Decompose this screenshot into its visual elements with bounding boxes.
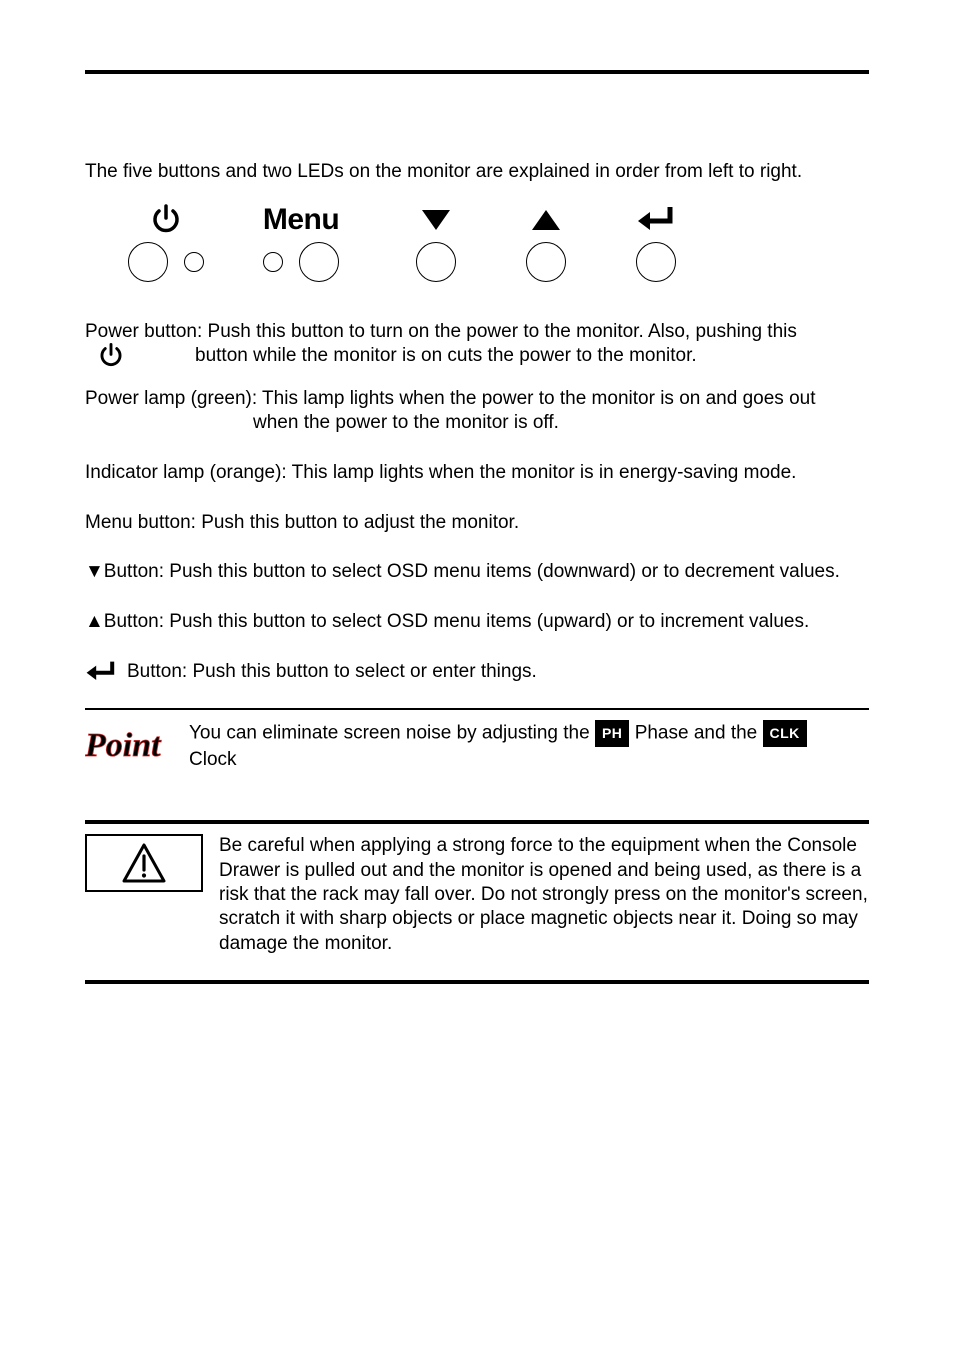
section-divider-bottom: [85, 980, 869, 984]
power-icon: [97, 342, 125, 370]
menu-label: Menu: [263, 201, 339, 239]
text: You can eliminate screen noise by adjust…: [189, 722, 590, 743]
menu-button-desc: Menu button: Push this button to adjust …: [85, 511, 869, 535]
monitor-button-diagram: Menu: [111, 200, 869, 284]
point-icon: Point: [85, 720, 171, 768]
warning-icon: [121, 842, 167, 884]
point-callout: Point You can eliminate screen noise by …: [85, 720, 869, 773]
power-lamp-desc: Power lamp (green): This lamp lights whe…: [85, 387, 869, 435]
enter-button-desc: Button: Push this button to select or en…: [85, 660, 869, 684]
divider: [85, 708, 869, 710]
caution-icon-box: [85, 834, 203, 892]
indicator-lamp-desc: Indicator lamp (orange): This lamp light…: [85, 461, 869, 485]
caution-text: Be careful when applying a strong force …: [219, 834, 869, 956]
power-button-desc: Power button: Push this button to turn o…: [85, 320, 869, 368]
clk-badge: CLK: [763, 720, 807, 747]
text-line: when the power to the monitor is off.: [85, 411, 869, 435]
text-line: button while the monitor is on cuts the …: [85, 344, 869, 368]
caution-section: Be careful when applying a strong force …: [85, 834, 869, 956]
text-line: Power lamp (green): This lamp lights whe…: [85, 387, 869, 411]
button-circle: [128, 242, 168, 282]
text-line: Power button: Push this button to turn o…: [85, 320, 869, 344]
up-button-desc: ▲Button: Push this button to select OSD …: [85, 610, 869, 634]
svg-text:Point: Point: [85, 727, 162, 764]
section-divider-top: [85, 70, 869, 74]
button-circle: [636, 242, 676, 282]
triangle-up-icon: [529, 207, 563, 233]
intro-text: The five buttons and two LEDs on the mon…: [85, 160, 869, 184]
text: Clock: [189, 749, 237, 770]
power-icon: [149, 203, 183, 237]
led-circle: [263, 252, 283, 272]
led-circle: [184, 252, 204, 272]
enter-icon: [85, 660, 117, 684]
down-button-desc: ▼Button: Push this button to select OSD …: [85, 560, 869, 584]
text-line: Button: Push this button to select or en…: [127, 660, 537, 684]
button-circle: [416, 242, 456, 282]
section-divider: [85, 820, 869, 824]
button-circle: [526, 242, 566, 282]
button-circle: [299, 242, 339, 282]
triangle-down-icon: [419, 207, 453, 233]
ph-badge: PH: [595, 720, 629, 747]
text: Phase and the: [635, 722, 758, 743]
enter-icon: [636, 205, 676, 235]
